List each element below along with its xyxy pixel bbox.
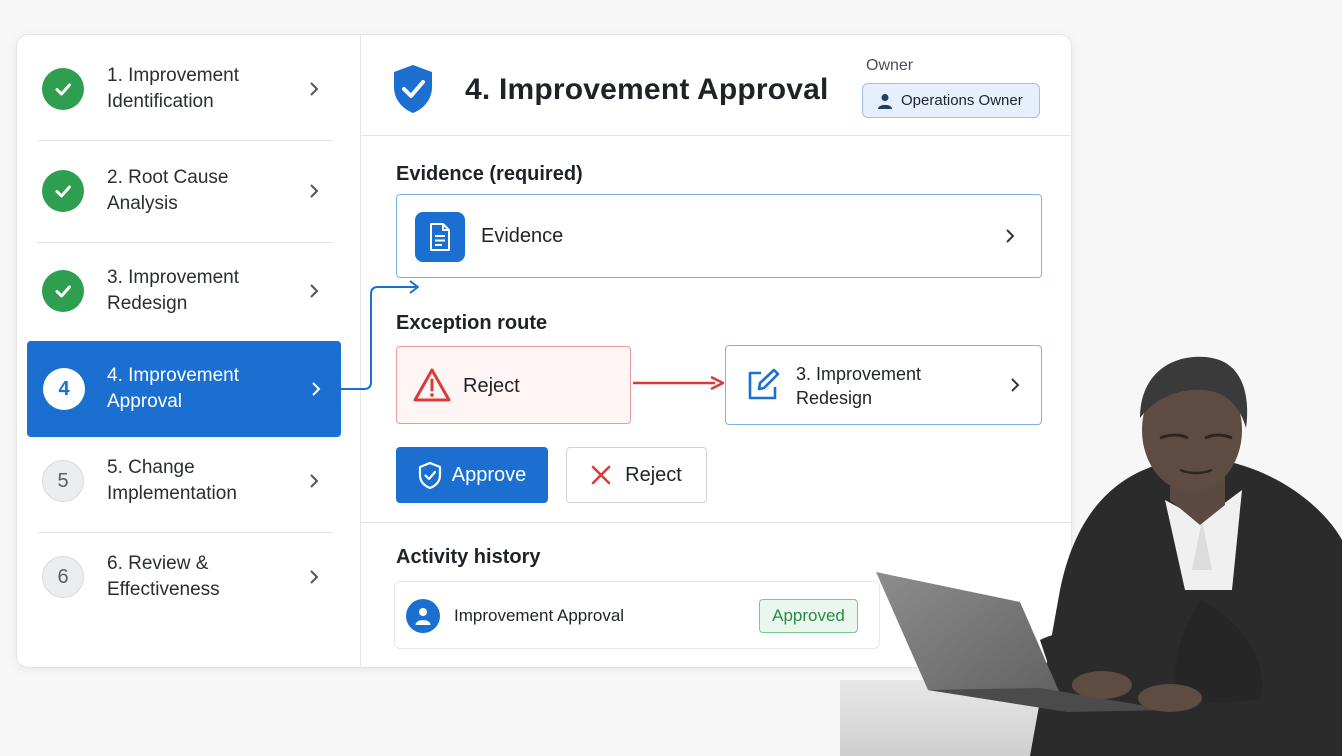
sidebar-step-5[interactable]: 5 5. Change Implementation	[37, 433, 333, 533]
owner-value: Operations Owner	[901, 92, 1023, 109]
step-label: 5. Change Implementation	[107, 457, 237, 504]
user-icon	[406, 599, 440, 633]
page-title: 4. Improvement Approval	[465, 73, 829, 106]
step-label: 6. Review & Effectiveness	[107, 553, 220, 600]
step-number-badge: 6	[42, 556, 84, 598]
step-number-badge: 4	[43, 368, 85, 410]
chevron-right-icon	[1006, 229, 1015, 243]
evidence-card[interactable]: Evidence	[396, 194, 1042, 278]
step-label: 1. Improvement Identification	[107, 65, 239, 112]
step-number-badge: 5	[42, 460, 84, 502]
step-sidebar: 1. Improvement Identification 2. Root Ca…	[17, 35, 361, 667]
owner-chip[interactable]: Operations Owner	[862, 83, 1040, 118]
arrow-right-icon	[633, 375, 725, 391]
evidence-section-title: Evidence (required)	[396, 163, 583, 185]
exception-from-label: Reject	[463, 375, 520, 397]
sidebar-step-4[interactable]: 4 4. Improvement Approval	[27, 341, 341, 437]
warning-icon	[413, 368, 451, 402]
chevron-right-icon	[312, 382, 321, 396]
chevron-right-icon	[310, 474, 319, 488]
chevron-right-icon	[310, 184, 319, 198]
history-section-title: Activity history	[396, 546, 541, 568]
reject-label: Reject	[625, 463, 682, 486]
evidence-label: Evidence	[481, 224, 564, 247]
history-entry[interactable]: Improvement Approval Approved	[394, 581, 880, 649]
shield-check-icon	[394, 65, 432, 113]
check-icon	[42, 170, 84, 212]
reject-button[interactable]: Reject	[566, 447, 707, 503]
close-icon	[591, 465, 611, 485]
step-label: 3. Improvement Redesign	[107, 267, 239, 314]
panel-header: 4. Improvement Approval Owner Operations…	[361, 35, 1071, 136]
approve-button[interactable]: Approve	[396, 447, 548, 503]
person-with-laptop-image	[840, 356, 1342, 756]
exception-section-title: Exception route	[396, 312, 548, 334]
sidebar-step-3[interactable]: 3. Improvement Redesign	[37, 243, 333, 339]
shield-check-icon	[418, 461, 441, 489]
step-label: 2. Root Cause Analysis	[107, 167, 229, 214]
owner-label: Owner	[866, 57, 914, 74]
sidebar-step-1[interactable]: 1. Improvement Identification	[37, 41, 333, 141]
document-icon	[415, 212, 465, 262]
chevron-right-icon	[310, 284, 319, 298]
check-icon	[42, 68, 84, 110]
user-icon	[878, 93, 892, 109]
sidebar-step-2[interactable]: 2. Root Cause Analysis	[37, 143, 333, 243]
divider	[37, 140, 333, 141]
exception-reject-card[interactable]: Reject	[396, 346, 631, 424]
approve-label: Approve	[451, 463, 527, 486]
chevron-right-icon	[310, 82, 319, 96]
step-label: 4. Improvement Approval	[107, 365, 239, 412]
sidebar-step-6[interactable]: 6 6. Review & Effectiveness	[37, 529, 333, 625]
check-icon	[42, 270, 84, 312]
history-entry-title: Improvement Approval	[454, 606, 625, 625]
edit-icon	[748, 368, 780, 400]
chevron-right-icon	[310, 570, 319, 584]
